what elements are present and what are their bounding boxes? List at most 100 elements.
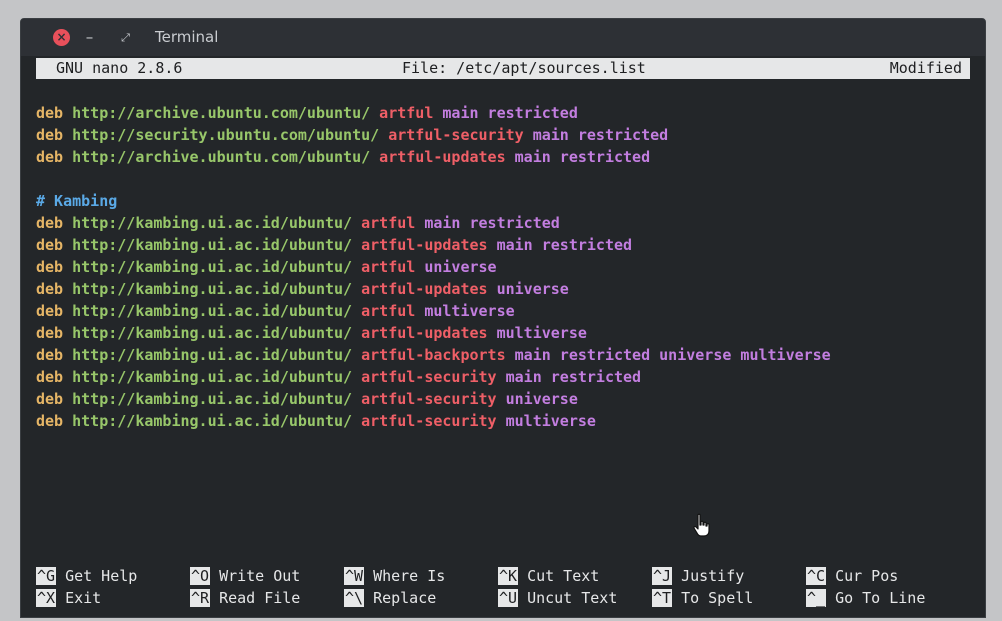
deb-keyword: deb [36, 324, 73, 342]
shortcut-where-is[interactable]: ^W Where Is [344, 565, 445, 587]
components: main restricted [442, 104, 578, 122]
deb-keyword: deb [36, 236, 73, 254]
shortcut-label: Cur Pos [835, 567, 899, 585]
minimize-icon[interactable]: – [81, 29, 98, 46]
shortcut-uncut-text[interactable]: ^U Uncut Text [498, 587, 617, 609]
shortcut-label: Read File [219, 589, 301, 607]
editor-text-area[interactable]: deb http://archive.ubuntu.com/ubuntu/ ar… [36, 102, 970, 432]
repo-url: http://kambing.ui.ac.id/ubuntu/ [72, 214, 362, 232]
shortcut-go-to-line[interactable]: ^_ Go To Line [806, 587, 925, 609]
components: universe [424, 258, 497, 276]
shortcut-cur-pos[interactable]: ^C Cur Pos [806, 565, 898, 587]
distribution: artful-updates [361, 236, 497, 254]
window-title: Terminal [155, 28, 219, 46]
components: multiverse [505, 412, 596, 430]
repo-url: http://kambing.ui.ac.id/ubuntu/ [72, 258, 362, 276]
shortcut-label: To Spell [681, 589, 754, 607]
distribution: artful-updates [379, 148, 515, 166]
distribution: artful [379, 104, 443, 122]
shortcut-cut-text[interactable]: ^K Cut Text [498, 565, 599, 587]
title-bar[interactable]: × – ⤢ Terminal [21, 19, 985, 56]
shortcut-key: ^W [344, 567, 365, 585]
editor-line: deb http://security.ubuntu.com/ubuntu/ a… [36, 124, 970, 146]
shortcut-key: ^O [190, 567, 211, 585]
distribution: artful-updates [361, 280, 497, 298]
close-icon[interactable]: × [53, 29, 70, 46]
shortcut-label: Uncut Text [527, 589, 618, 607]
editor-line: deb http://kambing.ui.ac.id/ubuntu/ artf… [36, 410, 970, 432]
editor-line: deb http://kambing.ui.ac.id/ubuntu/ artf… [36, 366, 970, 388]
editor-line: deb http://kambing.ui.ac.id/ubuntu/ artf… [36, 212, 970, 234]
shortcut-key: ^U [498, 589, 519, 607]
shortcut-key: ^R [190, 589, 211, 607]
nano-header-bar: GNU nano 2.8.6 File: /etc/apt/sources.li… [36, 58, 970, 79]
shortcut-exit[interactable]: ^X Exit [36, 587, 101, 609]
editor-line: # Kambing [36, 190, 970, 212]
distribution: artful-security [361, 412, 506, 430]
shortcut-read-file[interactable]: ^R Read File [190, 587, 300, 609]
components: main restricted [505, 368, 642, 386]
shortcut-label: Where Is [373, 567, 446, 585]
components: universe [505, 390, 578, 408]
shortcut-row-1: ^G Get Help ^O Write Out ^W Where Is ^K Cut Tex… [36, 565, 970, 587]
nano-version: GNU nano 2.8.6 [56, 59, 183, 77]
deb-keyword: deb [36, 258, 73, 276]
editor-line: deb http://kambing.ui.ac.id/ubuntu/ artf… [36, 388, 970, 410]
shortcut-label: Exit [65, 589, 102, 607]
components: multiverse [424, 302, 515, 320]
comment-text: # Kambing [36, 192, 118, 210]
shortcut-key: ^J [652, 567, 673, 585]
shortcut-key: ^G [36, 567, 57, 585]
components: multiverse [496, 324, 587, 342]
shortcut-replace[interactable]: ^\ Replace [344, 587, 436, 609]
repo-url: http://archive.ubuntu.com/ubuntu/ [72, 104, 380, 122]
maximize-icon[interactable]: ⤢ [117, 29, 134, 46]
deb-keyword: deb [36, 302, 73, 320]
repo-url: http://archive.ubuntu.com/ubuntu/ [72, 148, 380, 166]
deb-keyword: deb [36, 412, 73, 430]
repo-url: http://kambing.ui.ac.id/ubuntu/ [72, 412, 362, 430]
distribution: artful-security [361, 368, 506, 386]
shortcut-key: ^X [36, 589, 57, 607]
shortcut-label: Justify [681, 567, 745, 585]
distribution: artful [361, 302, 425, 320]
deb-keyword: deb [36, 214, 73, 232]
distribution: artful-security [388, 126, 533, 144]
shortcut-row-2: ^X Exit ^R Read File ^\ Replace ^U Uncut Text ^T… [36, 587, 970, 609]
repo-url: http://kambing.ui.ac.id/ubuntu/ [72, 324, 362, 342]
shortcut-key: ^K [498, 567, 519, 585]
shortcut-justify[interactable]: ^J Justify [652, 565, 744, 587]
editor-line: deb http://kambing.ui.ac.id/ubuntu/ artf… [36, 256, 970, 278]
deb-keyword: deb [36, 368, 73, 386]
components: main restricted [496, 236, 633, 254]
editor-line: deb http://kambing.ui.ac.id/ubuntu/ artf… [36, 300, 970, 322]
editor-line: deb http://archive.ubuntu.com/ubuntu/ ar… [36, 102, 970, 124]
deb-keyword: deb [36, 126, 73, 144]
repo-url: http://security.ubuntu.com/ubuntu/ [72, 126, 389, 144]
shortcut-key: ^C [806, 567, 827, 585]
shortcut-label: Go To Line [835, 589, 926, 607]
shortcut-label: Replace [373, 589, 437, 607]
shortcut-get-help[interactable]: ^G Get Help [36, 565, 137, 587]
repo-url: http://kambing.ui.ac.id/ubuntu/ [72, 280, 362, 298]
repo-url: http://kambing.ui.ac.id/ubuntu/ [72, 302, 362, 320]
hand-pointer-icon [693, 513, 710, 537]
deb-keyword: deb [36, 390, 73, 408]
components: main restricted [532, 126, 669, 144]
shortcut-label: Write Out [219, 567, 301, 585]
components: main restricted universe multiverse [514, 346, 831, 364]
editor-line: deb http://kambing.ui.ac.id/ubuntu/ artf… [36, 322, 970, 344]
editor-line: deb http://archive.ubuntu.com/ubuntu/ ar… [36, 146, 970, 168]
editor-line: deb http://kambing.ui.ac.id/ubuntu/ artf… [36, 344, 970, 366]
shortcut-to-spell[interactable]: ^T To Spell [652, 587, 753, 609]
distribution: artful-updates [361, 324, 497, 342]
file-name: File: /etc/apt/sources.list [402, 59, 646, 77]
repo-url: http://kambing.ui.ac.id/ubuntu/ [72, 346, 362, 364]
shortcut-label: Get Help [65, 567, 138, 585]
shortcut-write-out[interactable]: ^O Write Out [190, 565, 300, 587]
deb-keyword: deb [36, 148, 73, 166]
shortcut-bar: ^G Get Help ^O Write Out ^W Where Is ^K Cut Tex… [36, 565, 970, 609]
shortcut-key: ^_ [806, 589, 827, 607]
repo-url: http://kambing.ui.ac.id/ubuntu/ [72, 390, 362, 408]
components: main restricted [514, 148, 651, 166]
